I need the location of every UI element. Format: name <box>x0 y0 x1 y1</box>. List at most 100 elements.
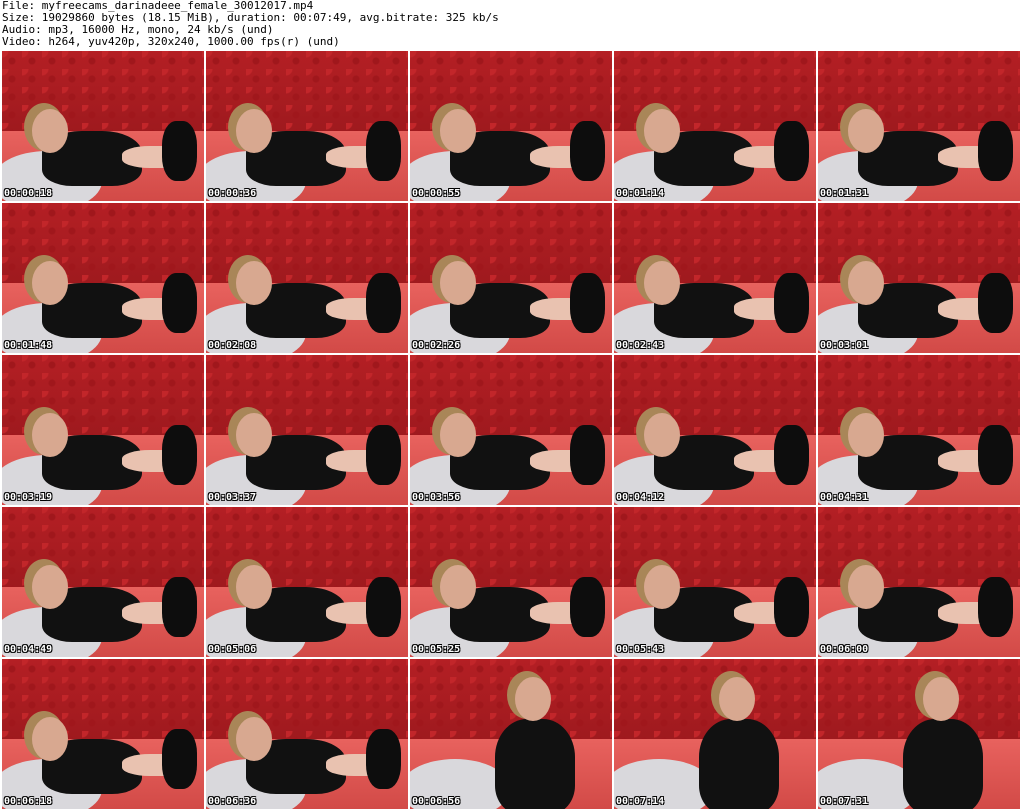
figure-head <box>848 109 884 153</box>
thumbnail-timestamp: 00:05:43 <box>616 644 665 655</box>
thumbnail-timestamp: 00:01:31 <box>820 188 869 199</box>
thumbnail-timestamp: 00:02:08 <box>208 340 257 351</box>
figure-sock <box>774 425 809 485</box>
figure-body <box>699 719 779 809</box>
figure-body <box>903 719 983 809</box>
figure-head <box>236 261 272 305</box>
thumbnail-timestamp: 00:02:26 <box>412 340 461 351</box>
video-thumbnail: 00:01:48 <box>2 203 204 353</box>
figure-head <box>32 109 68 153</box>
figure-sock <box>162 577 197 637</box>
figure-head <box>848 413 884 457</box>
video-thumbnail: 00:03:56 <box>410 355 612 505</box>
video-thumbnail: 00:06:18 <box>2 659 204 809</box>
figure-sock <box>774 273 809 333</box>
figure-sock <box>774 577 809 637</box>
figure-head <box>440 261 476 305</box>
figure-head <box>236 565 272 609</box>
figure-sock <box>162 121 197 181</box>
figure-sock <box>774 121 809 181</box>
thumbnail-timestamp: 00:03:37 <box>208 492 257 503</box>
video-thumbnail: 00:00:18 <box>2 51 204 201</box>
thumbnail-timestamp: 00:06:56 <box>412 796 461 807</box>
thumbnail-timestamp: 00:01:48 <box>4 340 53 351</box>
thumbnail-timestamp: 00:04:31 <box>820 492 869 503</box>
figure-sock <box>162 425 197 485</box>
figure-head <box>719 677 755 721</box>
video-thumbnail: 00:06:00 <box>818 507 1020 657</box>
figure-sock <box>570 273 605 333</box>
thumbnail-timestamp: 00:06:18 <box>4 796 53 807</box>
thumbnail-grid: 00:00:18 00:00:36 00:00:55 00:01:14 00:01:31… <box>2 51 1022 811</box>
video-thumbnail: 00:03:19 <box>2 355 204 505</box>
thumbnail-timestamp: 00:00:36 <box>208 188 257 199</box>
figure-head <box>440 413 476 457</box>
figure-head <box>644 261 680 305</box>
thumbnail-timestamp: 00:04:49 <box>4 644 53 655</box>
figure-sock <box>366 577 401 637</box>
figure-head <box>32 717 68 761</box>
figure-head <box>644 565 680 609</box>
video-thumbnail: 00:03:01 <box>818 203 1020 353</box>
figure-sock <box>570 425 605 485</box>
thumbnail-timestamp: 00:07:14 <box>616 796 665 807</box>
figure-sock <box>366 425 401 485</box>
figure-head <box>644 109 680 153</box>
figure-sock <box>162 729 197 789</box>
video-thumbnail: 00:00:36 <box>206 51 408 201</box>
video-thumbnail: 00:05:25 <box>410 507 612 657</box>
figure-head <box>32 413 68 457</box>
figure-head <box>236 717 272 761</box>
thumbnail-timestamp: 00:06:00 <box>820 644 869 655</box>
figure-head <box>236 109 272 153</box>
video-thumbnail: 00:01:31 <box>818 51 1020 201</box>
video-thumbnail: 00:02:26 <box>410 203 612 353</box>
video-thumbnail: 00:04:49 <box>2 507 204 657</box>
figure-sock <box>366 121 401 181</box>
thumbnail-timestamp: 00:01:14 <box>616 188 665 199</box>
figure-head <box>440 565 476 609</box>
figure-body <box>495 719 575 809</box>
video-thumbnail: 00:04:31 <box>818 355 1020 505</box>
figure-sock <box>978 273 1013 333</box>
video-thumbnail: 00:07:14 <box>614 659 816 809</box>
thumbnail-timestamp: 00:05:06 <box>208 644 257 655</box>
video-thumbnail: 00:03:37 <box>206 355 408 505</box>
figure-sock <box>570 121 605 181</box>
thumbnail-timestamp: 00:03:56 <box>412 492 461 503</box>
figure-sock <box>978 121 1013 181</box>
figure-head <box>236 413 272 457</box>
figure-head <box>848 565 884 609</box>
video-thumbnail: 00:02:43 <box>614 203 816 353</box>
figure-head <box>515 677 551 721</box>
figure-sock <box>978 577 1013 637</box>
figure-head <box>848 261 884 305</box>
figure-head <box>644 413 680 457</box>
video-thumbnail: 00:04:12 <box>614 355 816 505</box>
figure-sock <box>162 273 197 333</box>
thumbnail-timestamp: 00:06:36 <box>208 796 257 807</box>
thumbnail-timestamp: 00:05:25 <box>412 644 461 655</box>
thumbnail-timestamp: 00:03:01 <box>820 340 869 351</box>
figure-sock <box>570 577 605 637</box>
thumbnail-timestamp: 00:00:55 <box>412 188 461 199</box>
video-thumbnail: 00:06:36 <box>206 659 408 809</box>
file-info-header: File: myfreecams_darinadeee_female_30012… <box>2 0 1022 50</box>
video-thumbnail: 00:05:06 <box>206 507 408 657</box>
thumbnail-timestamp: 00:04:12 <box>616 492 665 503</box>
thumbnail-timestamp: 00:02:43 <box>616 340 665 351</box>
video-thumbnail: 00:07:31 <box>818 659 1020 809</box>
figure-head <box>32 261 68 305</box>
figure-sock <box>366 729 401 789</box>
video-thumbnail: 00:05:43 <box>614 507 816 657</box>
video-thumbnail: 00:01:14 <box>614 51 816 201</box>
figure-sock <box>978 425 1013 485</box>
thumbnail-timestamp: 00:03:19 <box>4 492 53 503</box>
thumbnail-timestamp: 00:07:31 <box>820 796 869 807</box>
figure-head <box>32 565 68 609</box>
video-thumbnail: 00:06:56 <box>410 659 612 809</box>
thumbnail-timestamp: 00:00:18 <box>4 188 53 199</box>
video-line: Video: h264, yuv420p, 320x240, 1000.00 f… <box>2 35 340 48</box>
figure-head <box>440 109 476 153</box>
video-thumbnail: 00:02:08 <box>206 203 408 353</box>
